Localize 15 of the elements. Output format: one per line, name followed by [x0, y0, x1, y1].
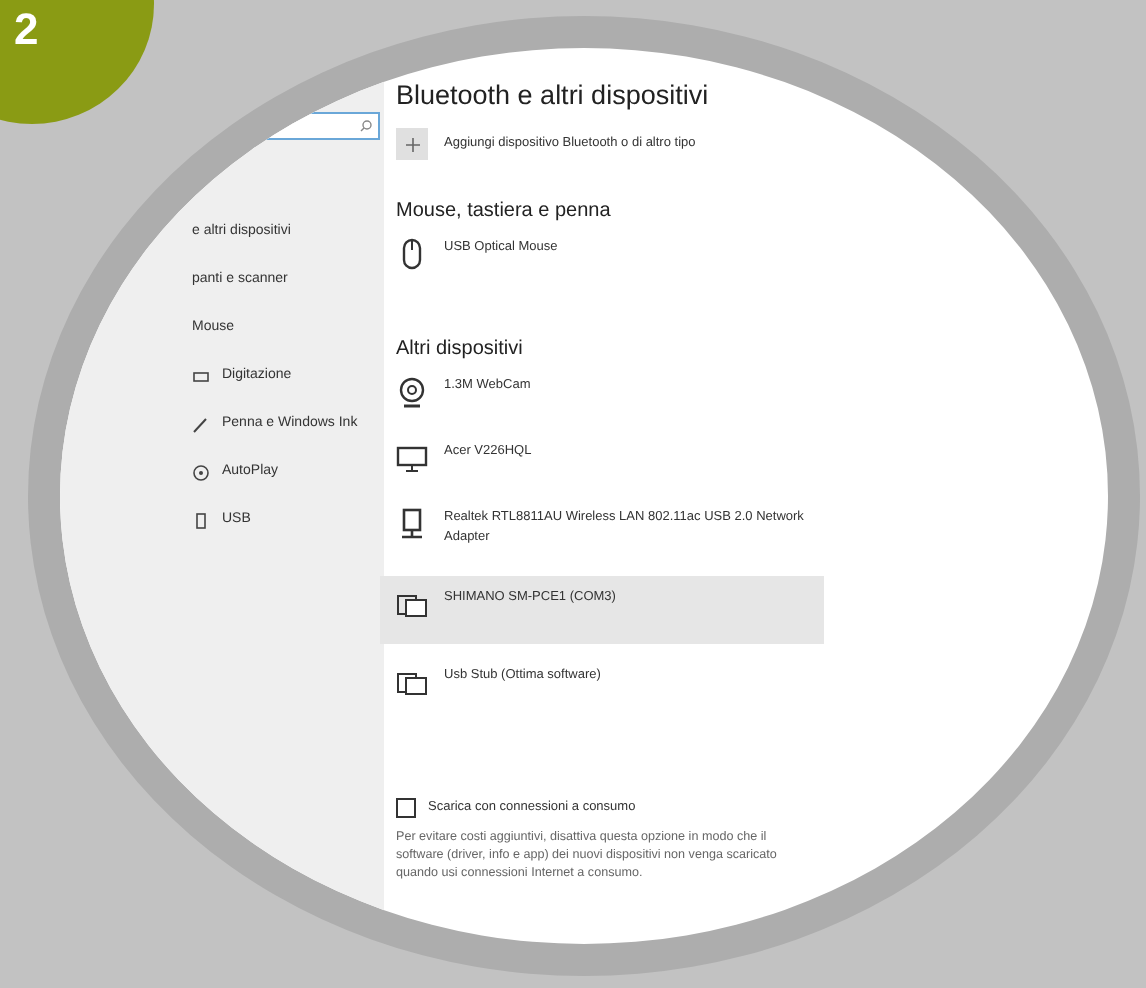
- add-device-button[interactable]: [396, 128, 428, 161]
- disc-icon: [192, 463, 210, 481]
- monitor-icon: [396, 442, 428, 475]
- network-adapter-icon: [396, 508, 428, 541]
- keyboard-icon: [192, 367, 210, 385]
- plus-icon: [405, 137, 419, 152]
- step-number-badge: 2: [0, 0, 154, 124]
- search-icon: [360, 120, 372, 132]
- pen-icon: [192, 415, 210, 433]
- webcam-icon: [396, 376, 428, 409]
- section-heading: Mouse, tastiera e penna: [396, 200, 613, 225]
- usb-drive-icon: [192, 511, 210, 529]
- checkbox[interactable]: [396, 797, 416, 818]
- page-title: Bluetooth e altri dispositivi: [396, 80, 711, 113]
- section-heading: Altri dispositivi: [396, 338, 525, 363]
